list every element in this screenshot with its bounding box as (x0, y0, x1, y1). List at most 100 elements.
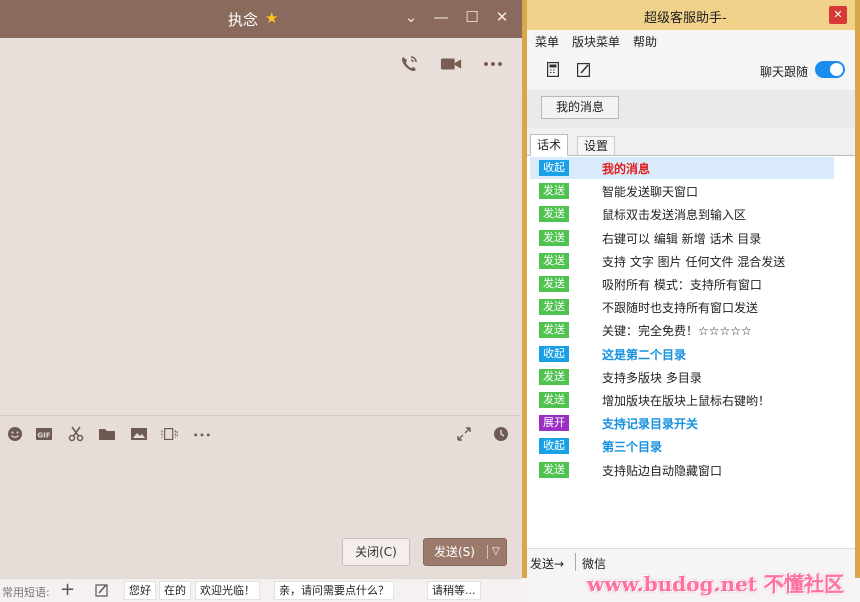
menu-item-main[interactable]: 菜单 (535, 33, 559, 50)
list-item-text: 这是第二个目录 (602, 347, 687, 362)
video-icon[interactable] (440, 54, 462, 74)
list-item[interactable]: 发送 关键：完全免费！☆☆☆☆☆ (530, 319, 834, 341)
list-item[interactable]: 发送 支持 文字 图片 任何文件 混合发送 (530, 250, 834, 272)
send-button-label: 发送(S) (434, 545, 475, 559)
helper-tabs: 话术 设置 (527, 128, 855, 156)
expand-badge[interactable]: 展开 (539, 415, 569, 432)
helper-toolbar: 聊天跟随 (527, 50, 855, 90)
list-item[interactable]: 展开 支持记录目录开关 (530, 412, 834, 434)
star-icon: ★ (265, 9, 279, 27)
send-badge[interactable]: 发送 (539, 276, 569, 292)
add-icon[interactable]: + (60, 579, 75, 600)
watermark: www.budog.net 不懂社区 (587, 572, 844, 596)
toggle-knob (830, 63, 843, 76)
chat-window: 执念 ★ ⌄ — ☐ ✕ GIF 关闭(C) 发送(S) ▽ (0, 0, 522, 578)
chat-title-bar: 执念 ★ ⌄ — ☐ ✕ (0, 0, 522, 38)
chat-follow-toggle[interactable] (815, 61, 845, 78)
svg-text:GIF: GIF (37, 432, 50, 440)
send-badge[interactable]: 发送 (539, 206, 569, 223)
tab-settings[interactable]: 设置 (577, 136, 616, 155)
quick-phrase-item[interactable]: 请稍等... (427, 581, 481, 600)
list-item-text: 第三个目录 (602, 440, 663, 455)
maximize-icon[interactable]: ☐ (463, 8, 481, 26)
chat-follow-label: 聊天跟随 (760, 65, 809, 79)
quick-phrase-item[interactable]: 您好 (124, 581, 156, 600)
helper-title-bar: 超级客服助手- ✕ (527, 0, 855, 30)
list-item[interactable]: 收起 我的消息 (530, 157, 834, 179)
tab-scripts[interactable]: 话术 (530, 134, 569, 156)
collapse-badge[interactable]: 收起 (539, 160, 569, 176)
send-badge[interactable]: 发送 (539, 183, 569, 200)
chat-contact-name: 执念 (228, 11, 259, 29)
list-item[interactable]: 发送 智能发送聊天窗口 (530, 180, 834, 202)
list-item-text: 吸附所有 模式：支持所有窗口 (602, 278, 762, 292)
more-icon[interactable] (482, 54, 504, 74)
send-button-separator (487, 545, 488, 559)
send-badge[interactable]: 发送 (539, 392, 569, 408)
my-messages-button[interactable]: 我的消息 (541, 96, 619, 119)
list-item[interactable]: 发送 吸附所有 模式：支持所有窗口 (530, 273, 834, 295)
send-badge[interactable]: 发送 (539, 299, 569, 316)
status-divider (575, 553, 576, 571)
helper-title: 超级客服助手- (644, 11, 727, 26)
calculator-icon[interactable] (547, 62, 559, 77)
script-list: 收起 我的消息 发送 智能发送聊天窗口 发送 鼠标双击发送消息到输入区 发送 右键可以 编辑 … (527, 157, 855, 548)
list-item[interactable]: 发送 支持多版块 多目录 (530, 366, 834, 388)
list-item-text: 右键可以 编辑 新增 话术 目录 (602, 231, 762, 246)
quick-phrase-bar: 常用短语: + 您好 在的 欢迎光临！ 亲，请问需要点什么？ 请稍等... (0, 578, 522, 602)
send-badge[interactable]: 发送 (539, 229, 569, 246)
chat-message-area (0, 38, 520, 415)
helper-menu-bar: 菜单 版块菜单 帮助 (527, 30, 855, 50)
edit-icon[interactable] (577, 62, 591, 77)
send-badge[interactable]: 发送 (539, 322, 569, 339)
quick-phrase-item[interactable]: 亲，请问需要点什么？ (274, 581, 394, 600)
list-item[interactable]: 收起 这是第二个目录 (530, 343, 834, 365)
list-item-text: 增加版块在版块上鼠标右键哟！ (602, 394, 771, 408)
expand-icon[interactable] (455, 426, 473, 442)
quick-phrase-item[interactable]: 在的 (159, 581, 191, 600)
list-item-text: 支持多版块 多目录 (602, 370, 702, 385)
scissors-icon[interactable] (67, 426, 85, 442)
gif-icon[interactable]: GIF (35, 426, 53, 442)
list-item[interactable]: 发送 不跟随时也支持所有窗口发送 (530, 296, 834, 318)
send-badge[interactable]: 发送 (539, 368, 569, 385)
collapse-badge[interactable]: 收起 (539, 438, 569, 455)
close-icon[interactable]: ✕ (829, 6, 847, 24)
send-badge[interactable]: 发送 (539, 461, 569, 478)
close-button[interactable]: 关闭(C) (342, 538, 410, 566)
image-icon[interactable] (130, 426, 148, 442)
list-item-text: 智能发送聊天窗口 (602, 185, 699, 200)
list-item-text: 我的消息 (602, 162, 651, 176)
screen-share-icon[interactable] (161, 426, 179, 442)
quick-phrase-item[interactable]: 欢迎光临！ (195, 581, 260, 600)
menu-item-help[interactable]: 帮助 (633, 33, 657, 50)
send-button[interactable]: 发送(S) ▽ (423, 538, 507, 566)
helper-body: 超级客服助手- ✕ 菜单 版块菜单 帮助 聊天跟随 我的消息 话术 设置 收起 … (527, 0, 855, 578)
collapse-badge[interactable]: 收起 (539, 345, 569, 362)
list-item-text: 支持 文字 图片 任何文件 混合发送 (602, 254, 786, 269)
minimize-icon[interactable]: — (432, 8, 450, 26)
list-item[interactable]: 发送 支持贴边自动隐藏窗口 (530, 459, 834, 481)
list-item[interactable]: 发送 右键可以 编辑 新增 话术 目录 (530, 227, 834, 249)
list-item[interactable]: 发送 鼠标双击发送消息到输入区 (530, 203, 834, 225)
helper-window: 超级客服助手- ✕ 菜单 版块菜单 帮助 聊天跟随 我的消息 话术 设置 收起 … (522, 0, 860, 578)
list-item-text: 不跟随时也支持所有窗口发送 (602, 301, 759, 316)
folder-icon[interactable] (98, 426, 116, 442)
send-badge[interactable]: 发送 (539, 252, 569, 269)
list-item[interactable]: 收起 第三个目录 (530, 435, 834, 457)
my-messages-bar: 我的消息 (527, 90, 855, 128)
status-send-label: 发送→ (530, 557, 565, 571)
list-item[interactable]: 发送 增加版块在版块上鼠标右键哟！ (530, 389, 834, 411)
phone-icon[interactable] (398, 54, 420, 74)
chevron-down-icon[interactable]: ▽ (492, 539, 500, 565)
more-icon[interactable] (193, 426, 211, 442)
close-icon[interactable]: ✕ (493, 8, 511, 26)
emoji-icon[interactable] (6, 426, 24, 442)
list-item-text: 支持记录目录开关 (602, 417, 699, 432)
chevron-down-icon[interactable]: ⌄ (402, 8, 420, 26)
list-item-text: 鼠标双击发送消息到输入区 (602, 208, 747, 223)
history-icon[interactable] (492, 426, 510, 442)
edit-icon[interactable] (95, 583, 109, 597)
menu-item-block[interactable]: 版块菜单 (572, 33, 620, 50)
list-item-text: 支持贴边自动隐藏窗口 (602, 463, 723, 478)
